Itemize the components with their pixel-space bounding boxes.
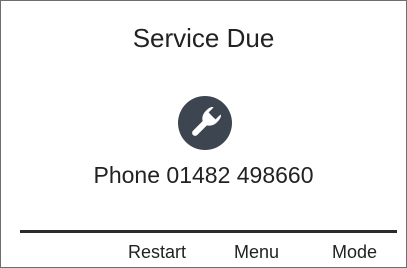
- display-screen: Service Due Phone 01482 498660 Restart M…: [0, 0, 407, 268]
- phone-number-text: Phone 01482 498660: [93, 162, 314, 188]
- restart-button[interactable]: Restart: [128, 241, 186, 263]
- screen-title: Service Due: [132, 23, 275, 53]
- wrench-icon: [178, 96, 232, 150]
- mode-button[interactable]: Mode: [332, 241, 377, 263]
- softkey-divider: [20, 230, 397, 233]
- menu-button[interactable]: Menu: [234, 241, 279, 263]
- wrench-icon-graphic: [192, 107, 221, 136]
